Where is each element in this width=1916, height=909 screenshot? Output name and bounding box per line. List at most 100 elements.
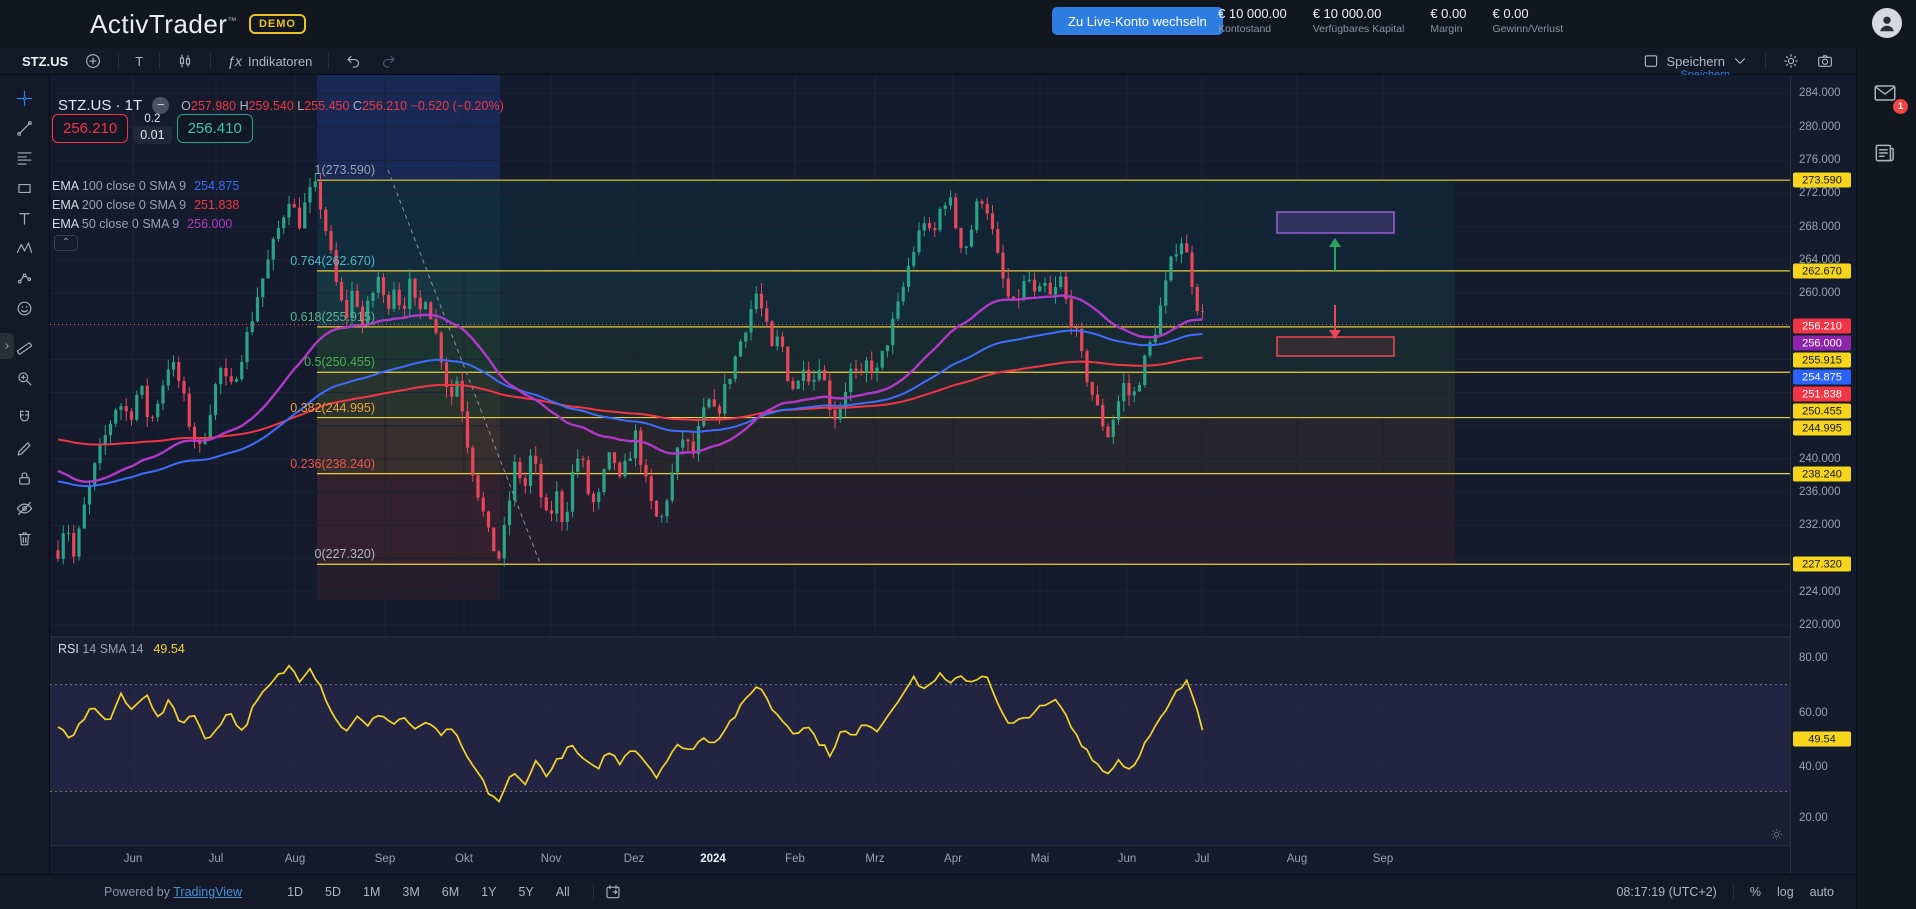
news-button[interactable]: [1872, 140, 1902, 170]
bottom-bar: Powered by TradingView 1D5D1M3M6M1Y5YAll…: [0, 874, 1856, 909]
percent-scale-button[interactable]: %: [1750, 885, 1761, 899]
fx-icon: ƒx: [227, 53, 242, 69]
indicator-row[interactable]: EMA 50 close 0 SMA 9256.000: [52, 217, 232, 231]
camera-icon: [1816, 52, 1834, 70]
tool-xabcd-pattern[interactable]: [8, 233, 42, 263]
demo-badge: DEMO: [249, 14, 306, 34]
undo-button[interactable]: [337, 52, 371, 70]
price-label: 256.210: [1793, 319, 1851, 334]
price-tick: 20.00: [1799, 812, 1828, 824]
tool-emoji[interactable]: [8, 293, 42, 323]
log-scale-button[interactable]: log: [1777, 885, 1794, 899]
range-1d[interactable]: 1D: [278, 882, 312, 902]
tool-zoom-in[interactable]: [8, 363, 42, 393]
screenshot-button[interactable]: [1808, 52, 1842, 70]
legend-symbol[interactable]: STZ.US · 1T: [58, 97, 142, 114]
price-tick: 232.000: [1799, 519, 1841, 531]
tool-fib-retracement[interactable]: [8, 143, 42, 173]
rsi-legend: RSI 14 SMA 1449.54: [58, 642, 185, 656]
time-axis-label: Nov: [541, 853, 561, 865]
tool-eye-off[interactable]: [8, 493, 42, 523]
tool-lock[interactable]: [8, 463, 42, 493]
tradingview-link[interactable]: TradingView: [173, 885, 242, 899]
range-all[interactable]: All: [547, 882, 579, 902]
redo-icon: [379, 52, 397, 70]
magnet-icon: [15, 409, 34, 428]
time-axis[interactable]: JunJulAugSepOktNovDez2024FebMrzAprMaiJun…: [50, 845, 1790, 874]
range-5y[interactable]: 5Y: [509, 882, 542, 902]
time-axis-label: Jul: [1195, 853, 1210, 865]
indicators-button[interactable]: ƒx Indikatoren: [219, 53, 320, 69]
fib-level-label: 0.5(250.455): [155, 355, 375, 369]
save-layout-button[interactable]: Speichern: [1634, 52, 1757, 70]
user-icon: [1876, 12, 1898, 34]
crosshair-icon: [15, 89, 34, 108]
interval-button[interactable]: T: [127, 54, 151, 69]
range-5d[interactable]: 5D: [316, 882, 350, 902]
range-6m[interactable]: 6M: [433, 882, 468, 902]
plus-circle-icon: [84, 52, 102, 70]
account-stat-label: Kontostand: [1218, 23, 1287, 35]
tool-crosshair[interactable]: [8, 83, 42, 113]
switch-to-live-button[interactable]: Zu Live-Konto wechseln: [1052, 7, 1223, 35]
range-1y[interactable]: 1Y: [472, 882, 505, 902]
redo-button[interactable]: [371, 52, 405, 70]
lock-icon: [15, 469, 34, 488]
chart-toolbar: STZ.US T ƒx Indikatoren Speichern Speich…: [0, 48, 1856, 75]
account-stat-value: € 10 000.00: [1313, 6, 1405, 21]
tool-text[interactable]: [8, 203, 42, 233]
price-tick: 220.000: [1799, 619, 1841, 631]
price-tick: 280.000: [1799, 121, 1841, 133]
clock: 08:17:19 (UTC+2): [1616, 885, 1716, 899]
account-stat-label: Margin: [1430, 23, 1466, 35]
emoji-icon: [15, 299, 34, 318]
range-3m[interactable]: 3M: [393, 882, 428, 902]
chart-legend: STZ.US · 1T − O257.980 H259.540 L255.450…: [58, 97, 504, 114]
price-label: 244.995: [1793, 421, 1851, 436]
watchlist-toggle-handle[interactable]: [0, 333, 14, 359]
tool-trash[interactable]: [8, 523, 42, 553]
legend-collapse-button[interactable]: ⌃: [54, 235, 78, 251]
tool-pencil[interactable]: [8, 433, 42, 463]
fib-level-label: 0.236(238.240): [155, 457, 375, 471]
price-label: 254.875: [1793, 370, 1851, 385]
price-tick: 236.000: [1799, 486, 1841, 498]
chevron-down-icon: [1731, 52, 1749, 70]
inbox-button[interactable]: 1: [1872, 80, 1902, 110]
time-axis-label: Jun: [1118, 853, 1137, 865]
time-axis-label: Apr: [944, 853, 962, 865]
fib-retracement-icon: [15, 149, 34, 168]
price-label: 251.838: [1793, 387, 1851, 402]
tool-magnet[interactable]: [8, 403, 42, 433]
buy-button[interactable]: 256.410: [177, 114, 253, 143]
account-stat-value: € 0.00: [1430, 6, 1466, 21]
fib-level-label: 0.764(262.670): [155, 254, 375, 268]
pencil-icon: [15, 439, 34, 458]
indicator-row[interactable]: EMA 200 close 0 SMA 9251.838: [52, 198, 239, 212]
symbol-button[interactable]: STZ.US: [14, 54, 76, 69]
indicator-row[interactable]: EMA 100 close 0 SMA 9254.875: [52, 179, 239, 193]
ruler-icon: [15, 339, 34, 358]
range-1m[interactable]: 1M: [354, 882, 389, 902]
compare-add-button[interactable]: [76, 52, 110, 70]
app-logo: ActivTrader™ DEMO: [90, 9, 306, 40]
chart-surface[interactable]: STZ.US · 1T − O257.980 H259.540 L255.450…: [50, 75, 1790, 845]
sell-button[interactable]: 256.210: [52, 114, 128, 143]
avatar[interactable]: [1872, 8, 1902, 38]
chart-style-button[interactable]: [168, 52, 202, 70]
price-axis[interactable]: 284.000280.000276.000272.000268.000264.0…: [1790, 75, 1856, 874]
pane-settings-button[interactable]: [1769, 827, 1784, 845]
price-label: 49.54: [1793, 732, 1851, 747]
tool-forecast[interactable]: [8, 263, 42, 293]
go-to-date-button[interactable]: [604, 883, 622, 901]
tool-trend-line[interactable]: [8, 113, 42, 143]
price-label: 255.915: [1793, 353, 1851, 368]
settings-button[interactable]: [1774, 52, 1808, 70]
account-stats: € 10 000.00Kontostand€ 10 000.00Verfügba…: [1218, 6, 1563, 35]
time-axis-label: Aug: [1287, 853, 1307, 865]
xabcd-pattern-icon: [15, 239, 34, 258]
legend-collapse-circle[interactable]: −: [152, 97, 169, 114]
auto-scale-button[interactable]: auto: [1810, 885, 1834, 899]
tool-rectangle[interactable]: [8, 173, 42, 203]
calendar-icon: [604, 883, 622, 901]
